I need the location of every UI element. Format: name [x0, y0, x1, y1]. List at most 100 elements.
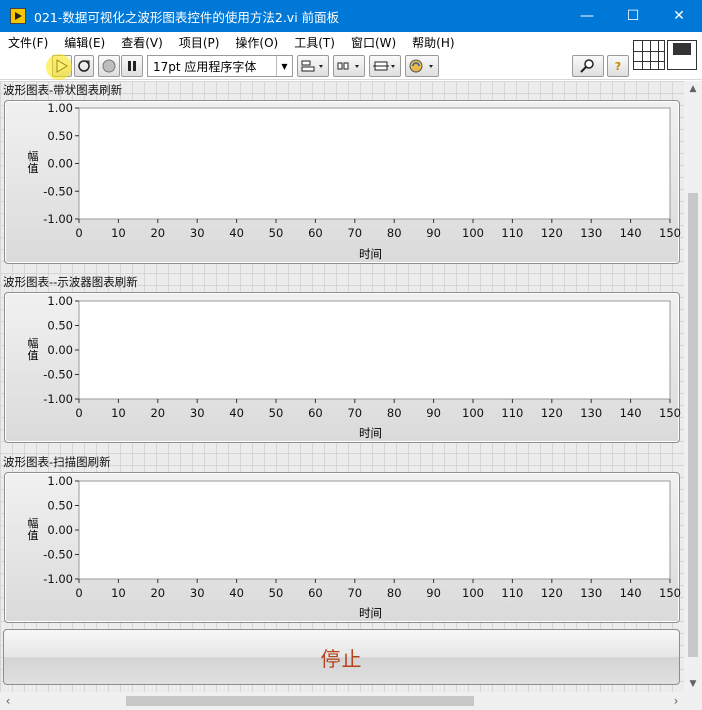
maximize-button[interactable]: ☐: [610, 0, 656, 32]
resize-objects-button[interactable]: [369, 55, 401, 77]
waveform-chart-1[interactable]: 1.00 0.50 0.00 -0.50 -1.00 0 10 20 30 40 50 60 70 80 9…: [4, 100, 681, 264]
y-tick-label: 0.50: [47, 129, 73, 143]
plot-area: [78, 480, 671, 580]
y-tick-label: -0.50: [43, 368, 73, 382]
vertical-scroll-thumb[interactable]: [688, 193, 698, 657]
x-tick-label: 140: [620, 586, 642, 600]
minimize-button[interactable]: —: [564, 0, 610, 32]
pause-icon[interactable]: [121, 55, 143, 77]
x-tick-label: 50: [269, 586, 284, 600]
x-tick-label: 80: [387, 226, 402, 240]
y-tick-label: -1.00: [43, 212, 73, 226]
x-tick-label: 70: [347, 226, 362, 240]
scroll-right-icon[interactable]: ›: [668, 692, 684, 710]
y-tick-label: 0.00: [47, 523, 73, 537]
menu-edit[interactable]: 编辑(E): [56, 34, 113, 51]
window-title: 021-数据可视化之波形图表控件的使用方法2.vi 前面板: [34, 9, 340, 25]
horizontal-scrollbar[interactable]: ‹ ›: [0, 692, 702, 710]
chart-label: 波形图表--示波器图表刷新: [3, 275, 138, 289]
menu-tools[interactable]: 工具(T): [286, 34, 343, 51]
waveform-chart-2[interactable]: 1.00 0.50 0.00 -0.50 -1.00 0 10 20 30 40 50 60 70 80 9…: [4, 292, 681, 443]
x-tick-label: 60: [308, 226, 323, 240]
x-tick-label: 20: [150, 586, 165, 600]
x-tick-label: 150: [659, 226, 681, 240]
font-select-value: 17pt 应用程序字体: [153, 59, 257, 74]
scroll-down-icon[interactable]: ▼: [684, 676, 702, 692]
x-tick-label: 10: [111, 226, 126, 240]
close-button[interactable]: ✕: [656, 0, 702, 32]
chevron-down-icon: ▼: [276, 56, 292, 76]
x-tick-label: 20: [150, 226, 165, 240]
y-axis-title: 幅值: [27, 337, 39, 362]
x-tick-label: 90: [426, 586, 441, 600]
font-select[interactable]: 17pt 应用程序字体 ▼: [147, 55, 293, 77]
x-tick-label: 110: [501, 406, 523, 420]
menu-bar: 文件(F) 编辑(E) 查看(V) 项目(P) 操作(O) 工具(T) 窗口(W…: [0, 32, 702, 52]
x-tick-label: 20: [150, 406, 165, 420]
vertical-scrollbar[interactable]: ▲ ▼: [684, 81, 702, 692]
x-tick-label: 80: [387, 406, 402, 420]
y-tick-label: 0.00: [47, 343, 73, 357]
stop-button[interactable]: 停止: [3, 629, 680, 685]
y-tick-label: 1.00: [47, 101, 73, 115]
plot-area: [78, 300, 671, 400]
x-tick-label: 70: [347, 406, 362, 420]
cursor-highlight: [46, 54, 72, 80]
reorder-button[interactable]: [405, 55, 439, 77]
x-tick-label: 30: [190, 406, 205, 420]
waveform-chart-3[interactable]: 1.00 0.50 0.00 -0.50 -1.00 0 10 20 30 40 50 60 70 80 9…: [4, 472, 681, 623]
chart-label: 波形图表-扫描图刷新: [3, 455, 111, 469]
x-axis-title: 时间: [359, 606, 382, 620]
menu-help[interactable]: 帮助(H): [404, 34, 462, 51]
x-tick-label: 70: [347, 586, 362, 600]
y-tick-label: -1.00: [43, 392, 73, 406]
connector-pane[interactable]: [633, 40, 665, 70]
x-tick-label: 80: [387, 586, 402, 600]
menu-project[interactable]: 项目(P): [171, 34, 228, 51]
x-tick-label: 60: [308, 586, 323, 600]
search-icon[interactable]: [572, 55, 604, 77]
scroll-up-icon[interactable]: ▲: [684, 81, 702, 97]
x-tick-label: 60: [308, 406, 323, 420]
menu-view[interactable]: 查看(V): [113, 34, 171, 51]
chart-label: 波形图表-带状图表刷新: [3, 83, 123, 97]
x-tick-label: 110: [501, 586, 523, 600]
y-tick-label: 0.00: [47, 157, 73, 171]
x-tick-label: 40: [229, 406, 244, 420]
distribute-objects-button[interactable]: [333, 55, 365, 77]
vi-icon[interactable]: [667, 40, 697, 70]
x-tick-label: 30: [190, 586, 205, 600]
x-tick-label: 90: [426, 406, 441, 420]
x-axis-title: 时间: [359, 426, 382, 440]
scroll-left-icon[interactable]: ‹: [0, 692, 16, 710]
x-tick-label: 40: [229, 586, 244, 600]
labview-vi-icon: [10, 8, 26, 24]
y-tick-label: -0.50: [43, 548, 73, 562]
y-tick-label: -0.50: [43, 184, 73, 198]
x-axis-title: 时间: [359, 247, 382, 261]
x-tick-label: 0: [75, 406, 82, 420]
y-tick-label: 1.00: [47, 294, 73, 308]
horizontal-scroll-thumb[interactable]: [126, 696, 474, 706]
abort-icon[interactable]: [98, 55, 120, 77]
toolbar: 17pt 应用程序字体 ▼ ?: [0, 52, 702, 80]
x-tick-label: 90: [426, 226, 441, 240]
menu-file[interactable]: 文件(F): [0, 34, 56, 51]
help-icon[interactable]: ?: [607, 55, 629, 77]
y-tick-label: 1.00: [47, 474, 73, 488]
x-tick-label: 120: [541, 406, 563, 420]
menu-operate[interactable]: 操作(O): [227, 34, 286, 51]
run-continuously-icon[interactable]: [74, 55, 94, 77]
x-tick-label: 140: [620, 406, 642, 420]
x-tick-label: 0: [75, 226, 82, 240]
y-tick-label: 0.50: [47, 319, 73, 333]
x-tick-label: 130: [580, 406, 602, 420]
x-tick-label: 40: [229, 226, 244, 240]
x-tick-label: 140: [620, 226, 642, 240]
x-tick-label: 110: [501, 226, 523, 240]
y-tick-label: 0.50: [47, 499, 73, 513]
menu-window[interactable]: 窗口(W): [343, 34, 404, 51]
x-tick-label: 100: [462, 586, 484, 600]
align-objects-button[interactable]: [297, 55, 329, 77]
x-tick-label: 50: [269, 406, 284, 420]
